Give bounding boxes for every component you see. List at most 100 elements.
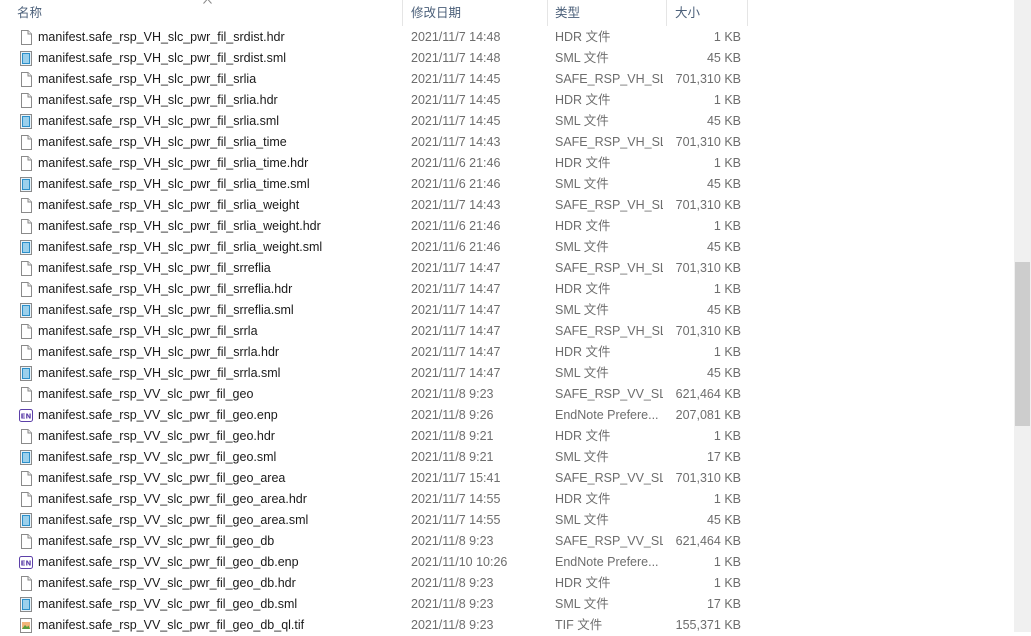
file-size: 45 KB [706, 51, 741, 65]
file-type: SML 文件 [555, 366, 609, 380]
file-row[interactable]: manifest.safe_rsp_VH_slc_pwr_fil_srlia 20… [0, 69, 748, 90]
file-size: 45 KB [706, 177, 741, 191]
file-type: SAFE_RSP_VH_SL... [555, 261, 663, 275]
file-row[interactable]: manifest.safe_rsp_VH_slc_pwr_fil_srlia.h… [0, 90, 748, 111]
file-size: 45 KB [706, 366, 741, 380]
sml-file-icon [19, 177, 33, 192]
file-type: HDR 文件 [555, 492, 611, 506]
file-size: 701,310 KB [675, 135, 741, 149]
file-row[interactable]: manifest.safe_rsp_VH_slc_pwr_fil_srlia_t… [0, 153, 748, 174]
document-icon [19, 261, 33, 276]
file-row[interactable]: EN manifest.safe_rsp_VV_slc_pwr_fil_geo.e… [0, 405, 748, 426]
column-header-type[interactable]: 类型 [549, 0, 667, 26]
file-modified-date: 2021/11/7 14:45 [411, 72, 501, 86]
file-row[interactable]: EN manifest.safe_rsp_VV_slc_pwr_fil_geo_d… [0, 552, 748, 573]
file-modified-date: 2021/11/7 14:47 [411, 303, 501, 317]
file-size: 17 KB [706, 450, 741, 464]
file-row[interactable]: manifest.safe_rsp_VH_slc_pwr_fil_srlia_w… [0, 195, 748, 216]
file-name: manifest.safe_rsp_VH_slc_pwr_fil_srrefli… [38, 261, 271, 275]
sml-file-icon [19, 597, 33, 612]
file-modified-date: 2021/11/8 9:23 [411, 576, 494, 590]
file-modified-date: 2021/11/8 9:23 [411, 618, 494, 632]
file-modified-date: 2021/11/7 14:47 [411, 345, 501, 359]
document-icon [19, 198, 33, 213]
file-size: 155,371 KB [675, 618, 741, 632]
file-modified-date: 2021/11/8 9:23 [411, 534, 494, 548]
scrollbar-thumb[interactable] [1015, 262, 1030, 426]
file-size: 701,310 KB [675, 198, 741, 212]
file-row[interactable]: manifest.safe_rsp_VV_slc_pwr_fil_geo_db 2… [0, 531, 748, 552]
file-row[interactable]: manifest.safe_rsp_VV_slc_pwr_fil_geo_db_… [0, 615, 748, 636]
sml-file-icon [19, 114, 33, 129]
endnote-icon: EN [19, 408, 33, 423]
file-name: manifest.safe_rsp_VV_slc_pwr_fil_geo_db [38, 534, 275, 548]
file-modified-date: 2021/11/6 21:46 [411, 156, 501, 170]
document-icon [19, 72, 33, 87]
file-name: manifest.safe_rsp_VH_slc_pwr_fil_srlia_t… [38, 177, 310, 191]
file-row[interactable]: manifest.safe_rsp_VH_slc_pwr_fil_srrefli… [0, 279, 748, 300]
document-icon [19, 576, 33, 591]
file-row[interactable]: manifest.safe_rsp_VH_slc_pwr_fil_srlia_w… [0, 216, 748, 237]
file-name: manifest.safe_rsp_VH_slc_pwr_fil_srrefli… [38, 282, 293, 296]
file-row[interactable]: manifest.safe_rsp_VV_slc_pwr_fil_geo.sml… [0, 447, 748, 468]
file-modified-date: 2021/11/7 14:55 [411, 513, 501, 527]
column-header-size-label: 大小 [675, 6, 701, 20]
file-type: EndNote Prefere... [555, 555, 659, 569]
file-row[interactable]: manifest.safe_rsp_VH_slc_pwr_fil_srrefli… [0, 258, 748, 279]
file-size: 701,310 KB [675, 261, 741, 275]
file-row[interactable]: manifest.safe_rsp_VH_slc_pwr_fil_srlia_w… [0, 237, 748, 258]
file-name: manifest.safe_rsp_VV_slc_pwr_fil_geo.sml [38, 450, 277, 464]
file-row[interactable]: manifest.safe_rsp_VH_slc_pwr_fil_srdist.… [0, 27, 748, 48]
file-type: HDR 文件 [555, 282, 611, 296]
file-modified-date: 2021/11/7 14:55 [411, 492, 501, 506]
file-row[interactable]: manifest.safe_rsp_VH_slc_pwr_fil_srrla.s… [0, 363, 748, 384]
document-icon [19, 135, 33, 150]
file-row[interactable]: manifest.safe_rsp_VH_slc_pwr_fil_srlia_t… [0, 132, 748, 153]
file-row[interactable]: manifest.safe_rsp_VH_slc_pwr_fil_srdist.… [0, 48, 748, 69]
column-header-bar: 名称 修改日期 类型 大小 [0, 0, 1014, 26]
file-name: manifest.safe_rsp_VV_slc_pwr_fil_geo.hdr [38, 429, 275, 443]
file-size: 701,310 KB [675, 471, 741, 485]
image-file-icon [19, 618, 33, 633]
endnote-icon: EN [19, 555, 33, 570]
file-modified-date: 2021/11/8 9:26 [411, 408, 494, 422]
file-row[interactable]: manifest.safe_rsp_VH_slc_pwr_fil_srlia.s… [0, 111, 748, 132]
file-row[interactable]: manifest.safe_rsp_VV_slc_pwr_fil_geo_db.… [0, 594, 748, 615]
file-row[interactable]: manifest.safe_rsp_VV_slc_pwr_fil_geo 2021… [0, 384, 748, 405]
file-row[interactable]: manifest.safe_rsp_VV_slc_pwr_fil_geo_are… [0, 510, 748, 531]
document-icon [19, 471, 33, 486]
vertical-scrollbar[interactable] [1014, 0, 1031, 632]
file-type: SAFE_RSP_VV_SL... [555, 387, 663, 401]
file-name: manifest.safe_rsp_VH_slc_pwr_fil_srdist.… [38, 51, 287, 65]
file-modified-date: 2021/11/7 14:47 [411, 282, 501, 296]
file-size: 45 KB [706, 513, 741, 527]
column-header-name-label: 名称 [17, 6, 43, 20]
file-modified-date: 2021/11/7 14:43 [411, 198, 501, 212]
file-row[interactable]: manifest.safe_rsp_VH_slc_pwr_fil_srrla.h… [0, 342, 748, 363]
file-modified-date: 2021/11/10 10:26 [411, 555, 508, 569]
file-name: manifest.safe_rsp_VV_slc_pwr_fil_geo_are… [38, 513, 309, 527]
file-type: HDR 文件 [555, 30, 611, 44]
file-modified-date: 2021/11/6 21:46 [411, 240, 501, 254]
file-row[interactable]: manifest.safe_rsp_VH_slc_pwr_fil_srlia_t… [0, 174, 748, 195]
file-row[interactable]: manifest.safe_rsp_VV_slc_pwr_fil_geo_db.… [0, 573, 748, 594]
file-type: TIF 文件 [555, 618, 603, 632]
file-type: HDR 文件 [555, 219, 611, 233]
document-icon [19, 93, 33, 108]
file-row[interactable]: manifest.safe_rsp_VH_slc_pwr_fil_srrefli… [0, 300, 748, 321]
sml-file-icon [19, 51, 33, 66]
document-icon [19, 219, 33, 234]
file-row[interactable]: manifest.safe_rsp_VH_slc_pwr_fil_srrla 20… [0, 321, 748, 342]
file-modified-date: 2021/11/8 9:23 [411, 597, 494, 611]
column-header-name[interactable]: 名称 [0, 0, 403, 26]
sml-file-icon [19, 513, 33, 528]
file-row[interactable]: manifest.safe_rsp_VV_slc_pwr_fil_geo.hdr… [0, 426, 748, 447]
column-header-size[interactable]: 大小 [668, 0, 748, 26]
column-header-date[interactable]: 修改日期 [404, 0, 548, 26]
file-type: SML 文件 [555, 114, 609, 128]
file-row[interactable]: manifest.safe_rsp_VV_slc_pwr_fil_geo_are… [0, 468, 748, 489]
file-row[interactable]: manifest.safe_rsp_VV_slc_pwr_fil_geo_are… [0, 489, 748, 510]
file-modified-date: 2021/11/7 15:41 [411, 471, 501, 485]
file-size: 17 KB [706, 597, 741, 611]
file-name: manifest.safe_rsp_VH_slc_pwr_fil_srrla.s… [38, 366, 281, 380]
